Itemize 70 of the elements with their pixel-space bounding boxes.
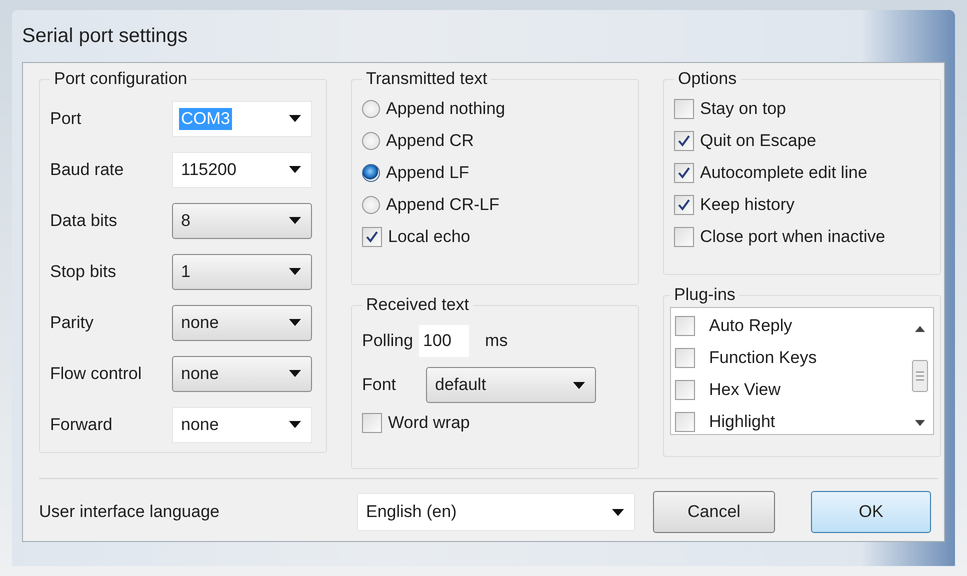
caret-icon bbox=[289, 370, 301, 377]
caret-icon bbox=[612, 508, 624, 516]
dropdown[interactable]: none bbox=[172, 304, 312, 340]
scroll-thumb[interactable] bbox=[912, 360, 928, 392]
window-title: Serial port settings bbox=[22, 24, 188, 48]
caret-icon bbox=[289, 166, 301, 173]
group-title: Options bbox=[677, 69, 738, 89]
checkbox[interactable] bbox=[362, 227, 382, 247]
checkbox[interactable] bbox=[362, 413, 382, 433]
checkbox[interactable] bbox=[675, 316, 695, 336]
dropdown[interactable]: 115200 bbox=[172, 152, 312, 188]
caret-icon bbox=[289, 421, 301, 428]
checkbox[interactable] bbox=[674, 163, 694, 183]
checkbox[interactable] bbox=[675, 348, 695, 368]
checkbox[interactable] bbox=[674, 131, 694, 151]
scroll-up-icon[interactable] bbox=[915, 326, 925, 332]
polling-field[interactable]: 100 bbox=[419, 325, 470, 357]
dropdown[interactable]: default bbox=[426, 367, 596, 403]
radio-button[interactable] bbox=[362, 196, 380, 214]
option-label: Word wrap bbox=[388, 413, 470, 433]
field-label: Flow control bbox=[50, 364, 143, 384]
caret-icon bbox=[289, 268, 301, 275]
field-label: Port bbox=[50, 108, 82, 128]
dropdown[interactable]: none bbox=[172, 356, 312, 392]
radio-button[interactable] bbox=[362, 132, 380, 150]
checkbox[interactable] bbox=[674, 99, 694, 119]
caret-icon bbox=[289, 217, 301, 224]
group-title: Plug-ins bbox=[673, 285, 736, 305]
group-title: Received text bbox=[365, 295, 470, 315]
option-label: Append CR-LF bbox=[386, 195, 500, 215]
option-label: Stay on top bbox=[700, 99, 786, 119]
option-label: Autocomplete edit line bbox=[700, 163, 868, 183]
option-label: Quit on Escape bbox=[700, 131, 816, 151]
group-title: Transmitted text bbox=[365, 69, 488, 89]
field-label: Data bits bbox=[50, 210, 118, 230]
option-label: Append LF bbox=[386, 163, 470, 183]
plug-in-label: Highlight bbox=[709, 412, 776, 432]
field-label: Stop bits bbox=[50, 262, 118, 282]
scroll-down-icon[interactable] bbox=[915, 420, 925, 426]
dropdown[interactable]: 1 bbox=[172, 254, 312, 290]
field-label: Font bbox=[362, 375, 398, 395]
plug-in-label: Hex View bbox=[709, 380, 780, 400]
checkbox[interactable] bbox=[675, 380, 695, 400]
field-label: Polling bbox=[362, 331, 414, 351]
checkbox[interactable] bbox=[674, 227, 694, 247]
checkbox[interactable] bbox=[675, 412, 695, 432]
unit-label: ms bbox=[485, 331, 508, 351]
dropdown[interactable]: none bbox=[172, 406, 312, 442]
language-dropdown[interactable]: English (en) bbox=[357, 493, 635, 531]
option-label: Append CR bbox=[386, 131, 474, 151]
option-label: Local echo bbox=[388, 227, 470, 247]
radio-button[interactable] bbox=[362, 100, 380, 118]
checkbox[interactable] bbox=[674, 195, 694, 215]
field-label: Parity bbox=[50, 312, 94, 332]
group-title: Port configuration bbox=[53, 69, 188, 89]
language-label: User interface language bbox=[39, 502, 221, 522]
option-label: Keep history bbox=[700, 195, 794, 215]
plug-in-label: Auto Reply bbox=[709, 316, 792, 336]
option-label: Append nothing bbox=[386, 99, 506, 119]
cancel-button[interactable]: Cancel bbox=[653, 491, 775, 533]
field-label: Baud rate bbox=[50, 160, 125, 180]
field-label: Forward bbox=[50, 414, 114, 434]
option-label: Close port when inactive bbox=[700, 227, 886, 247]
caret-icon bbox=[289, 115, 301, 122]
dropdown[interactable]: 8 bbox=[172, 202, 312, 238]
radio-button[interactable] bbox=[362, 164, 380, 182]
ok-button[interactable]: OK bbox=[811, 491, 931, 533]
caret-icon bbox=[573, 382, 585, 388]
plug-in-label: Function Keys bbox=[709, 348, 817, 368]
caret-icon bbox=[289, 319, 301, 326]
